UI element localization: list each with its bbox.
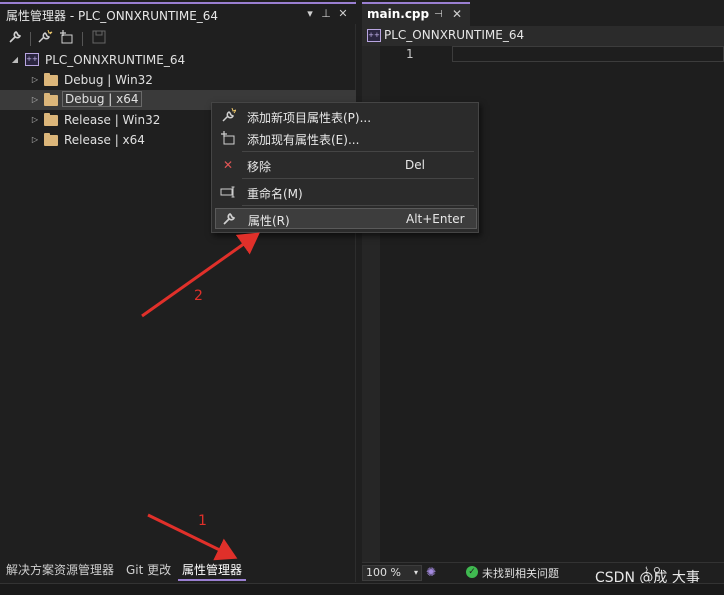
tab-label: main.cpp — [367, 7, 430, 21]
project-label: PLC_ONNXRUNTIME_64 — [45, 53, 186, 67]
save-icon[interactable] — [90, 30, 108, 48]
collapsed-arrow-icon[interactable]: ▷ — [30, 134, 40, 146]
menu-separator — [242, 178, 474, 179]
collapsed-arrow-icon[interactable]: ▷ — [30, 74, 40, 86]
config-label: Release | x64 — [64, 133, 145, 147]
wrench-icon[interactable] — [6, 30, 24, 48]
issues-status[interactable]: 未找到相关问题 — [482, 565, 559, 581]
menu-item-remove[interactable]: ✕ 移除 Del — [215, 155, 477, 176]
check-circle-icon: ✓ — [466, 566, 478, 578]
add-new-property-sheet-icon — [220, 107, 238, 124]
tab-main-cpp[interactable]: main.cpp ⊣ ✕ — [362, 2, 470, 26]
menu-separator — [242, 151, 474, 152]
panel-title-bar: 属性管理器 - PLC_ONNXRUNTIME_64 ▾ ⊥ ✕ — [0, 2, 356, 24]
panel-title: 属性管理器 - PLC_ONNXRUNTIME_64 — [6, 9, 219, 23]
menu-label: 重命名(M) — [247, 187, 303, 201]
editor-tab-bar: main.cpp ⊣ ✕ — [362, 0, 724, 26]
close-icon[interactable]: ✕ — [336, 7, 350, 21]
context-menu: 添加新项目属性表(P)... 添加现有属性表(E)... ✕ 移除 Del 重命… — [211, 102, 479, 233]
annotation-number-2: 2 — [194, 288, 203, 304]
project-icon: ++ — [367, 29, 381, 42]
remove-x-icon: ✕ — [222, 158, 234, 172]
chevron-down-icon[interactable]: ▾ — [303, 7, 317, 21]
rename-icon — [220, 184, 236, 200]
menu-shortcut: Del — [405, 158, 425, 172]
tab-property-manager[interactable]: 属性管理器 — [178, 560, 247, 581]
current-line-highlight[interactable] — [452, 46, 724, 62]
config-label: Debug | x64 — [62, 91, 142, 107]
pin-icon[interactable]: ⊣ — [434, 9, 443, 20]
zoom-dropdown[interactable]: 100 % ▾ — [362, 565, 422, 581]
collapsed-arrow-icon[interactable]: ▷ — [30, 114, 40, 126]
code-editor: main.cpp ⊣ ✕ ++ PLC_ONNXRUNTIME_64 1 100… — [362, 0, 724, 582]
annotation-number-1: 1 — [198, 513, 207, 529]
nav-project-label: PLC_ONNXRUNTIME_64 — [384, 28, 525, 42]
tree-project-node[interactable]: ◢ ++ PLC_ONNXRUNTIME_64 — [0, 50, 356, 70]
panel-toolbar — [0, 26, 356, 50]
config-label: Release | Win32 — [64, 113, 161, 127]
toolbar-separator — [30, 32, 31, 46]
menu-item-rename[interactable]: 重命名(M) — [215, 182, 477, 203]
menu-item-add-new-property-sheet[interactable]: 添加新项目属性表(P)... — [215, 106, 477, 127]
close-icon[interactable]: ✕ — [452, 7, 462, 21]
expanded-arrow-icon[interactable]: ◢ — [10, 54, 20, 66]
menu-item-properties[interactable]: 属性(R) Alt+Enter — [215, 208, 477, 229]
config-label: Debug | Win32 — [64, 73, 153, 87]
menu-item-add-existing-property-sheet[interactable]: 添加现有属性表(E)... — [215, 128, 477, 149]
menu-shortcut: Alt+Enter — [406, 212, 465, 226]
intellicode-icon[interactable]: ✺ — [426, 565, 436, 579]
chevron-down-icon: ▾ — [413, 568, 418, 577]
menu-label: 添加新项目属性表(P)... — [247, 111, 372, 125]
line-number: 1 — [406, 47, 414, 61]
zoom-value: 100 % — [366, 566, 401, 579]
menu-label: 移除 — [247, 160, 272, 174]
menu-label: 添加现有属性表(E)... — [247, 133, 360, 147]
bottom-output-strip — [0, 583, 724, 595]
pin-icon[interactable]: ⊥ — [319, 7, 333, 21]
tree-config-node[interactable]: ▷ Debug | Win32 — [0, 70, 356, 90]
folder-icon — [44, 73, 58, 86]
menu-separator — [242, 205, 474, 206]
menu-label: 属性(R) — [248, 214, 290, 228]
navigation-bar[interactable]: ++ PLC_ONNXRUNTIME_64 — [362, 26, 724, 46]
toolbar-separator — [82, 32, 83, 46]
property-manager-panel: 属性管理器 - PLC_ONNXRUNTIME_64 ▾ ⊥ ✕ ◢ ++ PL… — [0, 0, 356, 582]
wrench-icon — [221, 211, 237, 227]
tab-solution-explorer[interactable]: 解决方案资源管理器 — [2, 560, 118, 581]
folder-icon — [44, 133, 58, 146]
add-existing-property-sheet-icon — [220, 130, 236, 146]
project-icon: ++ — [25, 53, 39, 66]
add-existing-sheet-icon[interactable] — [58, 30, 76, 48]
folder-icon — [44, 113, 58, 126]
add-new-sheet-icon[interactable] — [36, 29, 54, 48]
panel-bottom-tabs: 解决方案资源管理器 Git 更改 属性管理器 — [0, 560, 356, 582]
tab-git-changes[interactable]: Git 更改 — [122, 560, 175, 581]
folder-icon — [44, 93, 58, 106]
collapsed-arrow-icon[interactable]: ▷ — [30, 94, 40, 106]
